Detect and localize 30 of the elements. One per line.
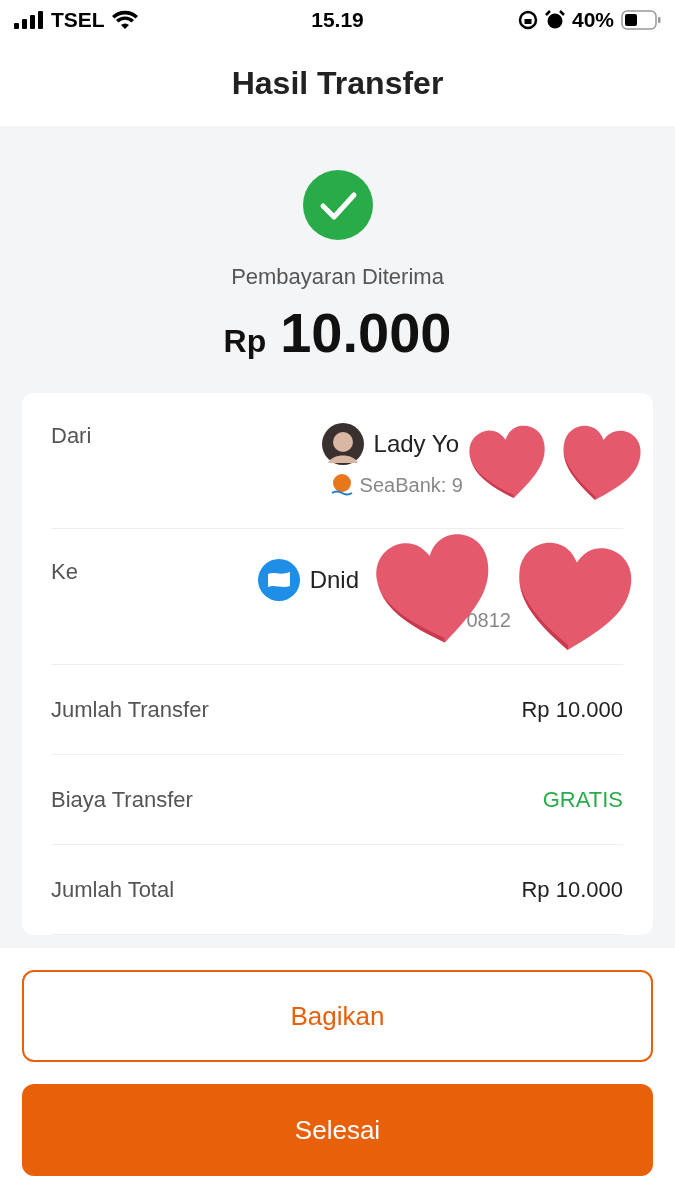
account-number: 0812 xyxy=(466,609,511,632)
rotation-lock-icon xyxy=(517,10,538,30)
party-name: Dnid xyxy=(309,566,359,594)
detail-label: Jumlah Transfer xyxy=(51,696,209,723)
signal-icon xyxy=(14,11,44,29)
done-button[interactable]: Selesai xyxy=(22,1084,653,1176)
page-title: Hasil Transfer xyxy=(231,64,444,102)
currency: Rp xyxy=(223,323,267,360)
success-check-icon xyxy=(302,170,373,240)
carrier: TSEL xyxy=(51,8,105,32)
detail-value: Rp 10.000 xyxy=(521,876,623,903)
party-name: Lady Yo xyxy=(373,430,459,458)
detail-label: Biaya Transfer xyxy=(51,786,193,813)
party-label: Ke xyxy=(51,559,78,586)
account-number: SeaBank: 9 xyxy=(359,473,463,497)
party-label: Dari xyxy=(51,423,92,450)
wallet-logo-icon xyxy=(257,559,300,601)
wifi-icon xyxy=(111,10,138,30)
avatar-icon xyxy=(321,423,364,465)
payment-status: Pembayaran Diterima xyxy=(231,264,444,290)
clock: 15.19 xyxy=(311,8,364,32)
share-button[interactable]: Bagikan xyxy=(22,970,653,1062)
bank-logo-icon xyxy=(329,473,354,497)
amount: 10.000 xyxy=(280,300,452,365)
alarm-icon xyxy=(544,10,565,30)
detail-value: Rp 10.000 xyxy=(521,696,623,723)
battery-percent: 40% xyxy=(571,8,614,32)
detail-label: Jumlah Total xyxy=(51,876,175,903)
detail-value: GRATIS xyxy=(542,786,623,813)
battery-icon xyxy=(621,10,661,30)
